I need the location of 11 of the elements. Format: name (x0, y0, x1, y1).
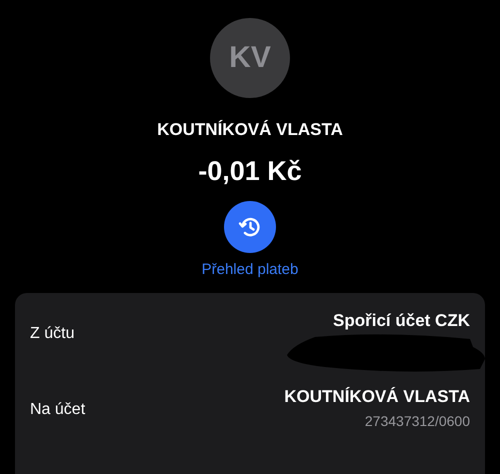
counterparty-name: KOUTNÍKOVÁ VLASTA (157, 120, 343, 140)
history-icon (238, 215, 262, 239)
account-number: 273437312/0600 (364, 413, 470, 429)
detail-label: Na účet (30, 401, 86, 419)
payment-overview-link[interactable]: Přehled plateb (202, 261, 298, 278)
amount: -0,01 Kč (198, 156, 302, 187)
detail-value: Spořicí účet CZK (333, 311, 470, 331)
history-button[interactable] (224, 201, 276, 253)
detail-label: Z účtu (30, 325, 74, 343)
avatar: KV (210, 18, 290, 98)
detail-value: KOUTNÍKOVÁ VLASTA (284, 387, 470, 407)
